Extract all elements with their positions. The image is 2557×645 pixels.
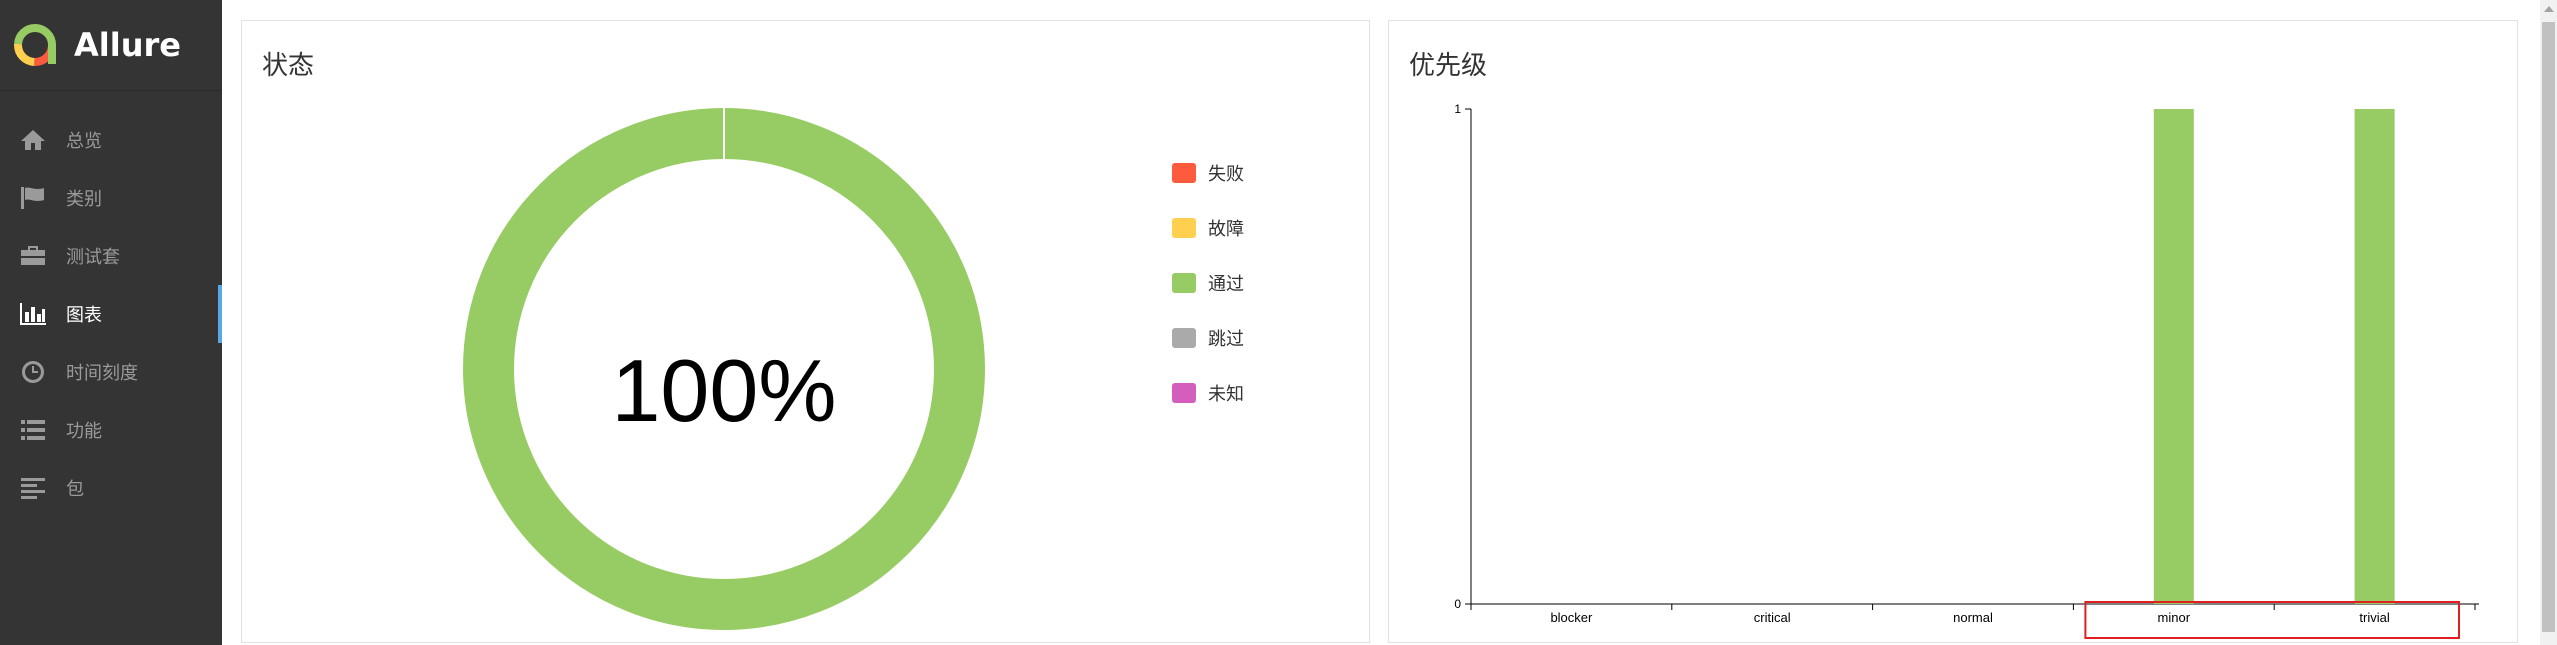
x-tick-label-trivial: trivial: [2359, 610, 2389, 625]
legend-swatch: [1172, 273, 1196, 293]
legend-item-passed[interactable]: 通过: [1172, 269, 1244, 297]
legend-swatch: [1172, 328, 1196, 348]
status-legend: 失败 故障 通过 跳过 未知: [1172, 159, 1244, 434]
bar-chart-icon: [18, 299, 48, 329]
briefcase-icon: [18, 241, 48, 271]
sidebar-item-behaviors[interactable]: 功能: [0, 401, 222, 459]
sidebar-item-label: 时间刻度: [66, 363, 138, 384]
sidebar-menu: 总览 类别 测试套 图表 时间刻度 功能 包: [0, 111, 222, 517]
legend-label: 通过: [1208, 274, 1244, 295]
donut-center-label: 100%: [611, 341, 836, 440]
legend-swatch: [1172, 218, 1196, 238]
allure-logo-icon: [14, 24, 56, 66]
bar-trivial[interactable]: [2354, 109, 2395, 604]
legend-item-unknown[interactable]: 未知: [1172, 379, 1244, 407]
legend-item-failed[interactable]: 失败: [1172, 159, 1244, 187]
sidebar-item-label: 包: [66, 479, 84, 500]
app-name: Allure: [74, 26, 181, 64]
brand[interactable]: Allure: [0, 0, 222, 91]
legend-item-broken[interactable]: 故障: [1172, 214, 1244, 242]
sidebar-item-label: 总览: [66, 131, 102, 152]
sidebar-item-label: 测试套: [66, 247, 120, 268]
clock-icon: [18, 357, 48, 387]
x-tick-label-normal: normal: [1953, 610, 1993, 625]
legend-label: 未知: [1208, 384, 1244, 405]
sidebar: Allure 总览 类别 测试套 图表 时间刻度 功能 包: [0, 0, 222, 645]
sidebar-item-categories[interactable]: 类别: [0, 169, 222, 227]
sidebar-item-label: 图表: [66, 305, 102, 326]
scroll-thumb[interactable]: [2542, 22, 2555, 632]
sidebar-item-label: 类别: [66, 189, 102, 210]
list-icon: [18, 415, 48, 445]
home-icon: [18, 125, 48, 155]
x-tick-label-blocker: blocker: [1550, 610, 1593, 625]
y-tick-label: 0: [1454, 597, 1461, 611]
priority-bar-chart: 0 1 blocker critical normal minor trivial: [1454, 102, 2479, 639]
y-tick-label: 1: [1454, 102, 1461, 116]
legend-label: 跳过: [1208, 329, 1244, 350]
legend-swatch: [1172, 163, 1196, 183]
status-card: 状态 100% 失败 故障 通过 跳过 未知: [241, 20, 1370, 643]
page-scrollbar[interactable]: [2540, 0, 2557, 645]
sidebar-item-label: 功能: [66, 421, 102, 442]
sidebar-item-timeline[interactable]: 时间刻度: [0, 343, 222, 401]
legend-swatch: [1172, 383, 1196, 403]
legend-item-skipped[interactable]: 跳过: [1172, 324, 1244, 352]
scroll-up-arrow-icon[interactable]: [2544, 6, 2554, 12]
sidebar-item-packages[interactable]: 包: [0, 459, 222, 517]
highlight-box: [2084, 601, 2461, 639]
align-left-icon: [18, 473, 48, 503]
legend-label: 故障: [1208, 219, 1244, 240]
sidebar-item-suites[interactable]: 测试套: [0, 227, 222, 285]
priority-card: 优先级 0 1 blocker critical normal minor trivial: [1388, 20, 2518, 643]
x-tick-label-critical: critical: [1754, 610, 1791, 625]
sidebar-item-graphs[interactable]: 图表: [0, 285, 222, 343]
legend-label: 失败: [1208, 164, 1244, 185]
flag-icon: [18, 183, 48, 213]
sidebar-item-overview[interactable]: 总览: [0, 111, 222, 169]
x-tick-label-minor: minor: [2158, 610, 2191, 625]
bar-minor[interactable]: [2153, 109, 2194, 604]
